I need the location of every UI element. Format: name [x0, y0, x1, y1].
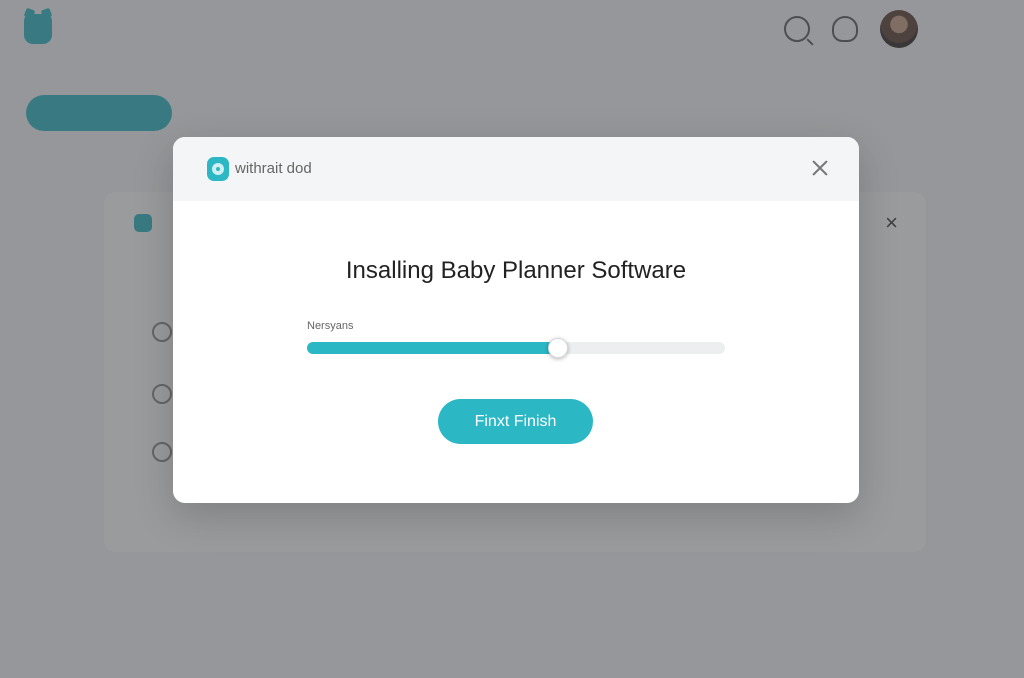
dialog-brand: withrait dod	[235, 160, 312, 177]
dialog-header: withrait dod	[173, 137, 859, 201]
dialog-title: Insalling Baby Planner Software	[345, 257, 687, 284]
progress-fill	[307, 342, 558, 354]
progress-label: Nersyans	[307, 320, 354, 332]
finish-button[interactable]: Finxt Finish	[438, 399, 593, 444]
progress-handle[interactable]	[547, 338, 568, 358]
close-icon[interactable]	[807, 155, 833, 181]
bear-logo-icon	[207, 157, 229, 181]
install-dialog: withrait dod Insalling Baby Planner Soft…	[173, 137, 859, 503]
progress-bar[interactable]	[307, 338, 725, 358]
